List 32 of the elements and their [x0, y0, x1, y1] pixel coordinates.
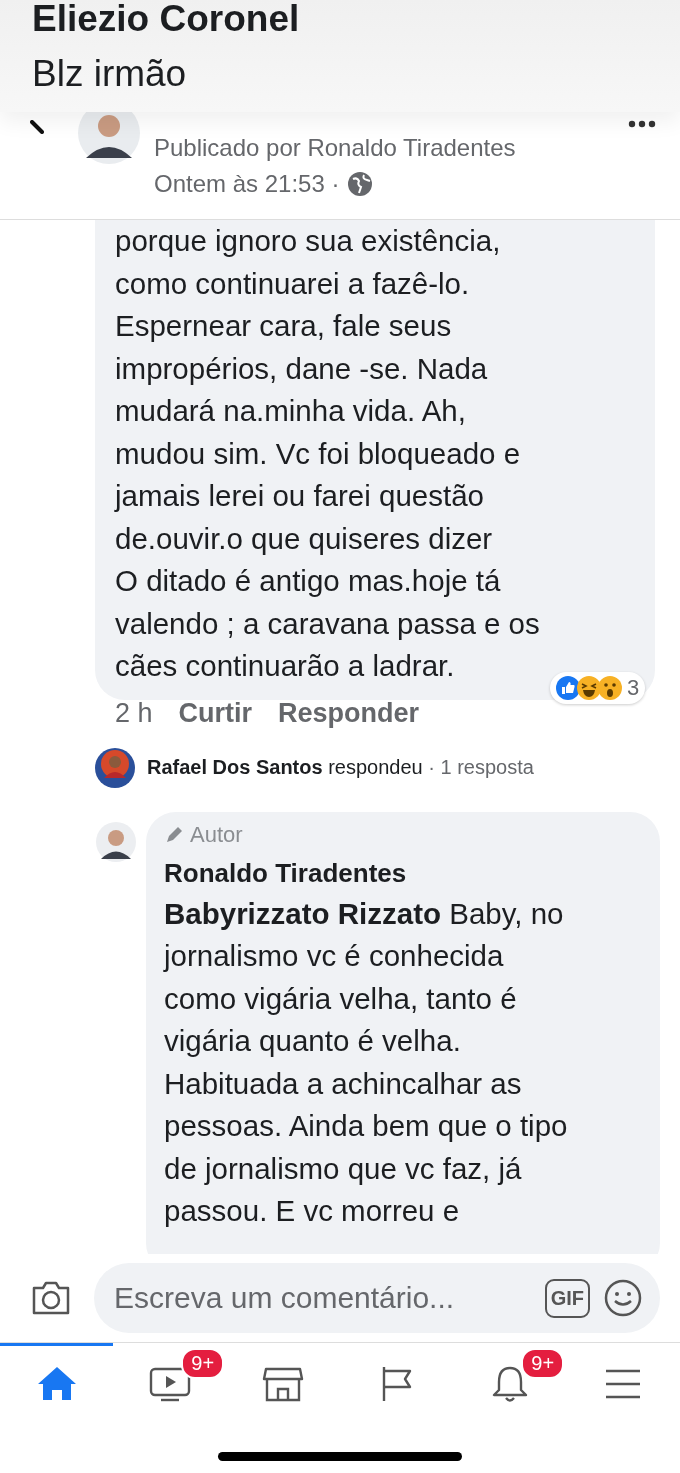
avatar: [96, 821, 136, 862]
comment-action-link[interactable]: Curtir: [178, 698, 253, 729]
menu-icon: [604, 1367, 643, 1400]
reply-author[interactable]: Ronaldo Tiradentes: [164, 857, 642, 889]
gif-button[interactable]: GIF: [544, 1278, 590, 1318]
pencil-icon: [164, 824, 184, 845]
replies-link[interactable]: Rafael Dos Santos respondeu · 1 resposta: [147, 756, 534, 779]
comment-field[interactable]: Escreva um comentário... GIF: [94, 1263, 660, 1333]
post-author-line: Publicado por Ronaldo Tiradentes: [154, 134, 517, 162]
author-label: Autor: [190, 821, 243, 848]
like-icon: [556, 676, 580, 700]
comment-time: 2 h: [115, 698, 153, 729]
nav-tab[interactable]: 9+: [113, 1343, 227, 1421]
comment-action-link[interactable]: Responder: [278, 698, 420, 729]
comment-text: porque ignoro sua existência, como continuarei a fazê-lo. Espernear cara, fale seus impropérios, dane -se. Nada mudará na.minha vida. Ah, mudou sim. Vc foi bloqueado e jamais lerei ou farei questão de.ouvir.o que quiseres dizer O ditado é antigo mas.hoje tá valendo ; a caravana passa e os cães continuarão a ladrar.: [115, 223, 540, 684]
notification-message: Blz irmão: [32, 52, 188, 96]
laughing-emoji-icon: [577, 676, 601, 700]
globe-icon: [347, 171, 374, 197]
surprised-emoji-icon: [598, 676, 622, 700]
post-time: Ontem às 21:53 ·: [154, 170, 340, 198]
back-icon[interactable]: [30, 120, 44, 134]
notification-badge: 9+: [181, 1348, 225, 1379]
camera-icon[interactable]: [30, 1280, 72, 1316]
avatar: [95, 747, 135, 788]
notification-sender: Eliezio Coronel: [32, 0, 301, 39]
notification-badge: 9+: [521, 1348, 565, 1379]
more-icon[interactable]: [628, 120, 656, 128]
reply-text: Babyrizzato Rizzato Baby, no jornalismo vc é conhecida como vigária velha, tanto é vigária quanto é velha. Habituada a achincalhar as pessoas. Ainda bem que o tipo de jornalismo que vc faz, já passou. E vc morreu e: [164, 895, 569, 1229]
emoji-icon[interactable]: [604, 1279, 642, 1317]
notification-banner[interactable]: Eliezio Coronel Blz irmão: [0, 0, 680, 112]
nav-tab[interactable]: 9+: [453, 1343, 567, 1421]
reactions-pill[interactable]: 3: [550, 672, 646, 704]
